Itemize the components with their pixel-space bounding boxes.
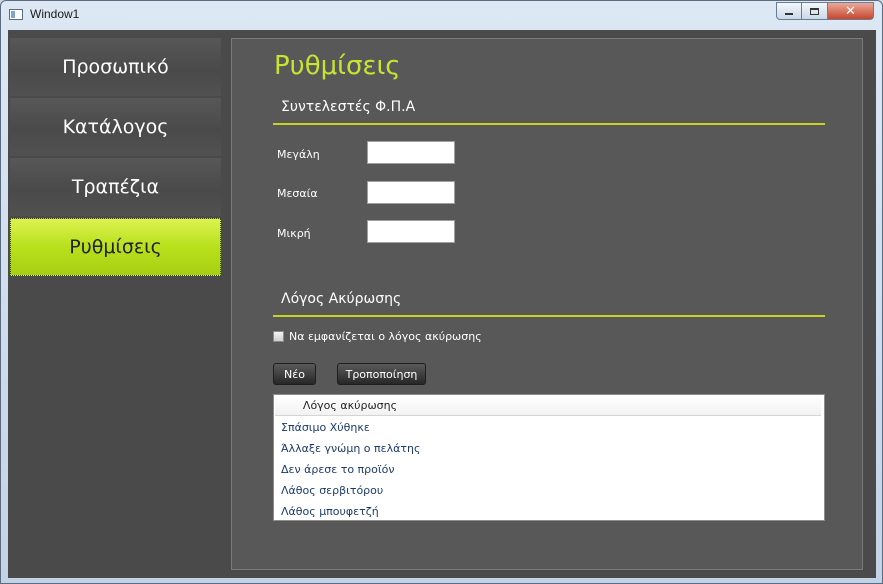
- vat-low-input[interactable]: [367, 220, 455, 243]
- sidebar-item-label: Ρυθμίσεις: [69, 236, 162, 258]
- sidebar-item-personnel[interactable]: Προσωπικό: [10, 38, 221, 96]
- column-header-filler: [425, 396, 821, 416]
- vat-high-input[interactable]: [367, 141, 455, 164]
- show-cancel-reason-checkbox[interactable]: [273, 331, 284, 342]
- list-item[interactable]: Δεν άρεσε το προϊόν: [274, 459, 824, 480]
- window-icon: [9, 9, 23, 20]
- minimize-icon: [785, 13, 793, 15]
- list-item[interactable]: Σπάσιμο Χύθηκε: [274, 417, 824, 438]
- sidebar-item-settings[interactable]: Ρυθμίσεις: [10, 218, 221, 276]
- vat-high-label: Μεγάλη: [277, 148, 320, 161]
- sidebar-nav: Προσωπικό Κατάλογος Τραπέζια Ρυθμίσεις: [10, 38, 221, 278]
- settings-panel: Ρυθμίσεις Συντελεστές Φ.Π.Α Μεγάλη Μεσαί…: [231, 38, 863, 570]
- cancel-reasons-list[interactable]: Λόγος ακύρωσης Σπάσιμο Χύθηκε Άλλαξε γνώ…: [273, 394, 825, 521]
- minimize-button[interactable]: [776, 2, 802, 20]
- list-item[interactable]: Λάθος μπουφετζή: [274, 501, 824, 522]
- client-area: Προσωπικό Κατάλογος Τραπέζια Ρυθμίσεις Ρ…: [8, 30, 876, 578]
- vat-section-header: Συντελεστές Φ.Π.Α: [273, 97, 825, 125]
- app-window: Window1 ✕ Προσωπικό Κατάλογος Τραπέζια Ρ…: [0, 0, 883, 584]
- show-cancel-reason-row: Να εμφανίζεται ο λόγος ακύρωσης: [273, 330, 482, 343]
- edit-button-label: Τροποποίηση: [345, 367, 418, 381]
- list-rows: Σπάσιμο Χύθηκε Άλλαξε γνώμη ο πελάτης Δε…: [274, 417, 824, 522]
- cancel-section-title: Λόγος Ακύρωσης: [281, 291, 402, 307]
- sidebar-item-label: Κατάλογος: [62, 116, 169, 138]
- close-button[interactable]: ✕: [828, 2, 874, 20]
- sidebar-item-label: Προσωπικό: [62, 56, 169, 78]
- window-title: Window1: [30, 7, 80, 21]
- sidebar-item-label: Τραπέζια: [71, 176, 160, 198]
- show-cancel-reason-label[interactable]: Να εμφανίζεται ο λόγος ακύρωσης: [289, 330, 482, 343]
- vat-low-label: Μικρή: [277, 227, 311, 240]
- close-icon: ✕: [845, 3, 856, 19]
- list-item[interactable]: Άλλαξε γνώμη ο πελάτης: [274, 438, 824, 459]
- new-button[interactable]: Νέο: [273, 363, 316, 385]
- column-header-cancel-reason[interactable]: Λόγος ακύρωσης: [275, 396, 426, 416]
- sidebar-item-tables[interactable]: Τραπέζια: [10, 158, 221, 216]
- new-button-label: Νέο: [284, 367, 305, 381]
- maximize-button[interactable]: [802, 2, 828, 20]
- sidebar-item-catalog[interactable]: Κατάλογος: [10, 98, 221, 156]
- caption-buttons: ✕: [776, 2, 874, 21]
- edit-button[interactable]: Τροποποίηση: [337, 363, 426, 385]
- maximize-icon: [810, 7, 819, 15]
- list-item[interactable]: Λάθος σερβιτόρου: [274, 480, 824, 501]
- cancel-section-header: Λόγος Ακύρωσης: [273, 289, 825, 317]
- title-bar[interactable]: Window1 ✕: [1, 1, 882, 29]
- page-title: Ρυθμίσεις: [274, 51, 401, 81]
- vat-section-title: Συντελεστές Φ.Π.Α: [281, 99, 416, 115]
- vat-medium-label: Μεσαία: [277, 187, 318, 200]
- vat-medium-input[interactable]: [367, 181, 455, 204]
